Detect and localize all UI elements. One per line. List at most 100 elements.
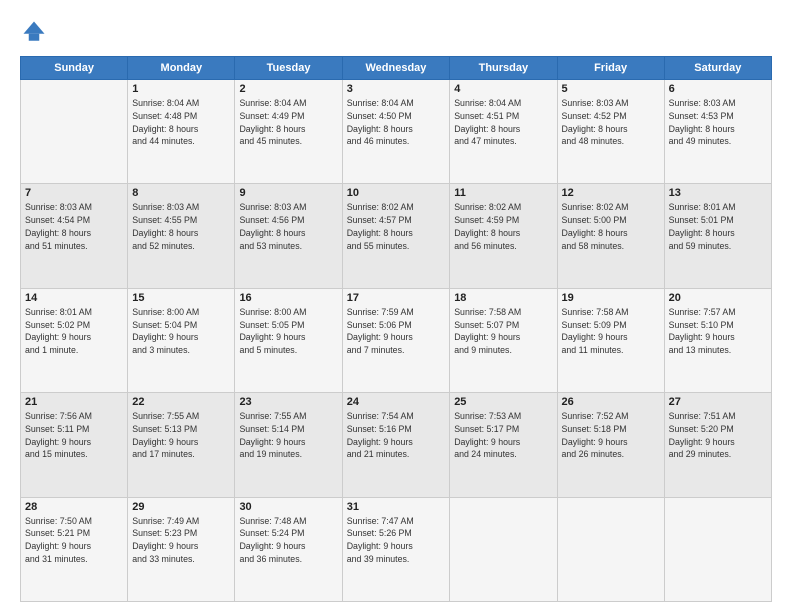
col-friday: Friday — [557, 57, 664, 80]
day-number: 12 — [562, 187, 660, 199]
day-cell: 28 Sunrise: 7:50 AM Sunset: 5:21 PM Dayli… — [21, 497, 128, 601]
day-number: 10 — [347, 187, 445, 199]
day-cell: 8 Sunrise: 8:03 AM Sunset: 4:55 PM Daylig… — [128, 184, 235, 288]
col-thursday: Thursday — [450, 57, 557, 80]
day-number: 30 — [239, 501, 337, 513]
day-number: 18 — [454, 292, 552, 304]
day-number: 11 — [454, 187, 552, 199]
day-info: Sunrise: 8:00 AM Sunset: 5:05 PM Dayligh… — [239, 306, 337, 357]
day-info: Sunrise: 8:03 AM Sunset: 4:56 PM Dayligh… — [239, 201, 337, 252]
col-wednesday: Wednesday — [342, 57, 449, 80]
day-number: 2 — [239, 83, 337, 95]
day-number: 14 — [25, 292, 123, 304]
day-cell: 9 Sunrise: 8:03 AM Sunset: 4:56 PM Daylig… — [235, 184, 342, 288]
day-info: Sunrise: 7:50 AM Sunset: 5:21 PM Dayligh… — [25, 515, 123, 566]
page: SundayMondayTuesdayWednesdayThursdayFrid… — [0, 0, 792, 612]
day-info: Sunrise: 7:48 AM Sunset: 5:24 PM Dayligh… — [239, 515, 337, 566]
day-cell: 23 Sunrise: 7:55 AM Sunset: 5:14 PM Dayli… — [235, 393, 342, 497]
day-cell: 3 Sunrise: 8:04 AM Sunset: 4:50 PM Daylig… — [342, 80, 449, 184]
day-number: 13 — [669, 187, 767, 199]
day-cell — [21, 80, 128, 184]
day-info: Sunrise: 8:04 AM Sunset: 4:48 PM Dayligh… — [132, 97, 230, 148]
day-cell: 30 Sunrise: 7:48 AM Sunset: 5:24 PM Dayli… — [235, 497, 342, 601]
day-info: Sunrise: 7:51 AM Sunset: 5:20 PM Dayligh… — [669, 410, 767, 461]
day-cell: 31 Sunrise: 7:47 AM Sunset: 5:26 PM Dayli… — [342, 497, 449, 601]
day-info: Sunrise: 8:00 AM Sunset: 5:04 PM Dayligh… — [132, 306, 230, 357]
day-info: Sunrise: 7:59 AM Sunset: 5:06 PM Dayligh… — [347, 306, 445, 357]
day-cell: 18 Sunrise: 7:58 AM Sunset: 5:07 PM Dayli… — [450, 288, 557, 392]
day-info: Sunrise: 7:58 AM Sunset: 5:07 PM Dayligh… — [454, 306, 552, 357]
day-cell — [664, 497, 771, 601]
week-row-1: 7 Sunrise: 8:03 AM Sunset: 4:54 PM Daylig… — [21, 184, 772, 288]
day-number: 17 — [347, 292, 445, 304]
day-info: Sunrise: 8:02 AM Sunset: 4:57 PM Dayligh… — [347, 201, 445, 252]
day-info: Sunrise: 7:57 AM Sunset: 5:10 PM Dayligh… — [669, 306, 767, 357]
day-cell: 12 Sunrise: 8:02 AM Sunset: 5:00 PM Dayli… — [557, 184, 664, 288]
day-number: 20 — [669, 292, 767, 304]
day-info: Sunrise: 7:53 AM Sunset: 5:17 PM Dayligh… — [454, 410, 552, 461]
day-info: Sunrise: 7:49 AM Sunset: 5:23 PM Dayligh… — [132, 515, 230, 566]
day-number: 8 — [132, 187, 230, 199]
day-cell: 27Sunrise: 7:51 AM Sunset: 5:20 PM Dayli… — [664, 393, 771, 497]
calendar: SundayMondayTuesdayWednesdayThursdayFrid… — [20, 56, 772, 602]
day-info: Sunrise: 8:04 AM Sunset: 4:51 PM Dayligh… — [454, 97, 552, 148]
col-saturday: Saturday — [664, 57, 771, 80]
day-cell: 14 Sunrise: 8:01 AM Sunset: 5:02 PM Dayli… — [21, 288, 128, 392]
day-cell: 4Sunrise: 8:04 AM Sunset: 4:51 PM Daylig… — [450, 80, 557, 184]
day-info: Sunrise: 8:04 AM Sunset: 4:49 PM Dayligh… — [239, 97, 337, 148]
day-info: Sunrise: 7:56 AM Sunset: 5:11 PM Dayligh… — [25, 410, 123, 461]
day-cell: 17 Sunrise: 7:59 AM Sunset: 5:06 PM Dayli… — [342, 288, 449, 392]
col-monday: Monday — [128, 57, 235, 80]
day-cell: 21Sunrise: 7:56 AM Sunset: 5:11 PM Dayli… — [21, 393, 128, 497]
day-number: 5 — [562, 83, 660, 95]
day-number: 9 — [239, 187, 337, 199]
day-cell: 11 Sunrise: 8:02 AM Sunset: 4:59 PM Dayli… — [450, 184, 557, 288]
col-sunday: Sunday — [21, 57, 128, 80]
day-number: 24 — [347, 396, 445, 408]
day-number: 7 — [25, 187, 123, 199]
day-info: Sunrise: 8:03 AM Sunset: 4:54 PM Dayligh… — [25, 201, 123, 252]
day-cell: 22Sunrise: 7:55 AM Sunset: 5:13 PM Dayli… — [128, 393, 235, 497]
day-info: Sunrise: 7:55 AM Sunset: 5:14 PM Dayligh… — [239, 410, 337, 461]
week-row-0: 1 Sunrise: 8:04 AM Sunset: 4:48 PM Daylig… — [21, 80, 772, 184]
day-info: Sunrise: 8:01 AM Sunset: 5:02 PM Dayligh… — [25, 306, 123, 357]
day-info: Sunrise: 8:02 AM Sunset: 4:59 PM Dayligh… — [454, 201, 552, 252]
day-cell — [450, 497, 557, 601]
day-number: 29 — [132, 501, 230, 513]
logo — [20, 18, 52, 46]
day-number: 31 — [347, 501, 445, 513]
day-number: 23 — [239, 396, 337, 408]
day-number: 1 — [132, 83, 230, 95]
day-cell: 20 Sunrise: 7:57 AM Sunset: 5:10 PM Dayli… — [664, 288, 771, 392]
day-cell: 25Sunrise: 7:53 AM Sunset: 5:17 PM Dayli… — [450, 393, 557, 497]
day-info: Sunrise: 8:03 AM Sunset: 4:55 PM Dayligh… — [132, 201, 230, 252]
day-cell: 24 Sunrise: 7:54 AM Sunset: 5:16 PM Dayli… — [342, 393, 449, 497]
day-info: Sunrise: 7:47 AM Sunset: 5:26 PM Dayligh… — [347, 515, 445, 566]
day-info: Sunrise: 7:54 AM Sunset: 5:16 PM Dayligh… — [347, 410, 445, 461]
day-number: 6 — [669, 83, 767, 95]
week-row-4: 28 Sunrise: 7:50 AM Sunset: 5:21 PM Dayli… — [21, 497, 772, 601]
day-cell: 7 Sunrise: 8:03 AM Sunset: 4:54 PM Daylig… — [21, 184, 128, 288]
calendar-body: 1 Sunrise: 8:04 AM Sunset: 4:48 PM Daylig… — [21, 80, 772, 602]
day-info: Sunrise: 8:03 AM Sunset: 4:52 PM Dayligh… — [562, 97, 660, 148]
week-row-2: 14 Sunrise: 8:01 AM Sunset: 5:02 PM Dayli… — [21, 288, 772, 392]
week-row-3: 21Sunrise: 7:56 AM Sunset: 5:11 PM Dayli… — [21, 393, 772, 497]
day-number: 26 — [562, 396, 660, 408]
col-tuesday: Tuesday — [235, 57, 342, 80]
day-info: Sunrise: 8:02 AM Sunset: 5:00 PM Dayligh… — [562, 201, 660, 252]
day-number: 16 — [239, 292, 337, 304]
day-number: 3 — [347, 83, 445, 95]
day-cell: 29 Sunrise: 7:49 AM Sunset: 5:23 PM Dayli… — [128, 497, 235, 601]
day-cell: 1 Sunrise: 8:04 AM Sunset: 4:48 PM Daylig… — [128, 80, 235, 184]
day-cell: 10 Sunrise: 8:02 AM Sunset: 4:57 PM Dayli… — [342, 184, 449, 288]
day-cell: 13Sunrise: 8:01 AM Sunset: 5:01 PM Dayli… — [664, 184, 771, 288]
day-number: 28 — [25, 501, 123, 513]
day-cell: 5 Sunrise: 8:03 AM Sunset: 4:52 PM Daylig… — [557, 80, 664, 184]
day-cell: 15Sunrise: 8:00 AM Sunset: 5:04 PM Dayli… — [128, 288, 235, 392]
day-cell: 19Sunrise: 7:58 AM Sunset: 5:09 PM Dayli… — [557, 288, 664, 392]
header — [20, 18, 772, 46]
day-info: Sunrise: 8:04 AM Sunset: 4:50 PM Dayligh… — [347, 97, 445, 148]
day-cell: 16 Sunrise: 8:00 AM Sunset: 5:05 PM Dayli… — [235, 288, 342, 392]
header-row: SundayMondayTuesdayWednesdayThursdayFrid… — [21, 57, 772, 80]
day-cell: 6Sunrise: 8:03 AM Sunset: 4:53 PM Daylig… — [664, 80, 771, 184]
